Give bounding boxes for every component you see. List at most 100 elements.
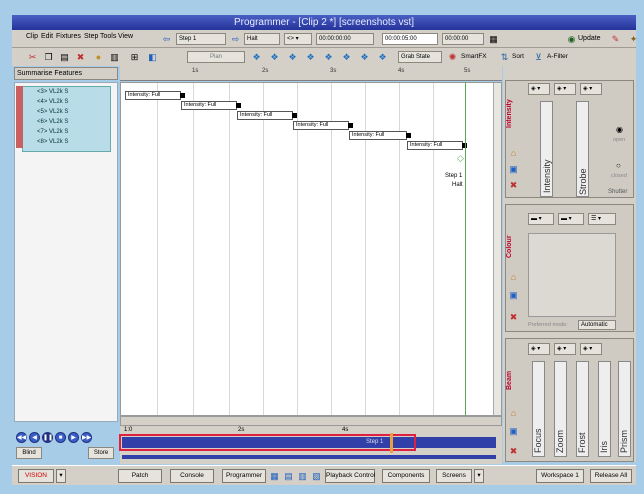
fixture-view-icon[interactable]: ▦ [268,470,281,482]
colour-preset-3[interactable]: ☰ ▾ [588,213,616,225]
filter-label[interactable]: A-Filter [547,53,568,60]
cut-icon[interactable]: ✂ [26,51,39,63]
smartfx-label[interactable]: SmartFX [461,53,487,60]
colour-preset-2[interactable]: ▬ ▾ [558,213,584,225]
intensity-preset-3[interactable]: ◈ ▾ [580,83,602,95]
cue-block[interactable]: Intensity: Full [125,91,185,100]
fixture-icon[interactable]: ◧ [146,51,159,63]
step-diamond-icon[interactable]: ◇ [457,153,464,164]
home-icon[interactable]: ⌂ [507,407,520,419]
fixture-group-tab[interactable] [16,86,23,148]
list-item[interactable]: <7> VL2k S [37,129,68,135]
palette-icon-4[interactable]: ❖ [304,51,317,63]
tool-icon[interactable]: ✎ [609,33,622,45]
paste-icon[interactable]: ▤ [58,51,71,63]
colour-picker-area[interactable] [528,233,616,317]
fixture-list[interactable]: <3> VL2k S <4> VL2k S <5> VL2k S <6> VL2… [22,86,111,152]
update-label[interactable]: Update [578,35,601,42]
patch-button[interactable]: Patch [118,469,162,483]
palette-icon-1[interactable]: ❖ [250,51,263,63]
menu-view[interactable]: View [118,33,133,40]
menu-edit[interactable]: Edit [41,33,53,40]
grid-view-icon[interactable]: ▥ [296,470,309,482]
blind-button[interactable]: Blind [16,447,42,459]
cue-block[interactable]: Intensity: Full [293,121,353,130]
calculator-icon[interactable]: ▦ [487,33,500,45]
plan-select[interactable]: Plan [187,51,245,63]
intensity-preset-2[interactable]: ◈ ▾ [554,83,576,95]
cue-timeline-grid[interactable]: Intensity: Full Intensity: Full Intensit… [120,82,502,416]
release-all-button[interactable]: Release All [590,469,632,483]
fit-icon[interactable]: ⊞ [128,51,141,63]
colour-preset-1[interactable]: ▬ ▾ [528,213,554,225]
wand-icon[interactable]: ✦ [627,33,640,45]
grab-state-button[interactable]: Grab State [398,51,442,63]
components-button[interactable]: Components [382,469,430,483]
palette-icon[interactable]: ▣ [507,289,520,301]
horizontal-scrollbar[interactable] [120,416,502,426]
beam-preset-1[interactable]: ◈ ▾ [528,343,550,355]
fast-forward-icon[interactable]: ▶▶ [81,432,92,443]
beam-preset-2[interactable]: ◈ ▾ [554,343,576,355]
pause-icon[interactable]: ❚❚ [42,432,53,443]
palette-icon[interactable]: ▣ [507,163,520,175]
cue-block[interactable]: Intensity: Full [407,141,467,150]
shutter-closed-radio[interactable]: ○ [616,161,621,170]
palette-icon-3[interactable]: ❖ [286,51,299,63]
channel-view-icon[interactable]: ▤ [282,470,295,482]
cue-block[interactable]: Intensity: Full [349,131,411,140]
console-button[interactable]: Console [170,469,214,483]
previous-icon[interactable]: ◀ [29,432,40,443]
menu-fixtures[interactable]: Fixtures [56,33,81,40]
playhead-handle[interactable] [390,433,393,453]
list-item[interactable]: <5> VL2k S [37,109,68,115]
step-select[interactable]: Step 1 [176,33,226,45]
stop-icon[interactable]: ■ [55,432,66,443]
palette-icon-8[interactable]: ❖ [376,51,389,63]
rewind-icon[interactable]: ◀◀ [16,432,27,443]
clear-icon[interactable]: ✖ [507,179,520,191]
list-item[interactable]: <8> VL2k S [37,139,68,145]
back-arrow-icon[interactable]: ⇦ [160,33,173,45]
store-button[interactable]: Store [88,447,114,459]
screens-button[interactable]: Screens [436,469,472,483]
end-time-field[interactable]: 00:00:00 [442,33,484,45]
sort-label[interactable]: Sort [512,53,524,60]
start-time-field[interactable]: 00:00:00:00 [316,33,374,45]
vision-menu-button[interactable]: VISION [18,469,54,483]
home-icon[interactable]: ⌂ [507,271,520,283]
palette-icon-5[interactable]: ❖ [322,51,335,63]
sort-icon[interactable]: ⇅ [498,51,511,63]
palette-icon-2[interactable]: ❖ [268,51,281,63]
time-ruler[interactable]: 1s 2s 3s 4s 5s [120,66,502,81]
duration-field[interactable]: 00:00:05:00 [382,33,438,45]
clear-icon[interactable]: ✖ [507,445,520,457]
screens-dropdown[interactable]: ▾ [474,469,484,483]
vision-dropdown[interactable]: ▾ [56,469,66,483]
list-item[interactable]: <4> VL2k S [37,99,68,105]
halt-select[interactable]: Halt [244,33,280,45]
programmer-button[interactable]: Programmer [222,469,266,483]
home-icon[interactable]: ⌂ [507,147,520,159]
intensity-preset-1[interactable]: ◈ ▾ [528,83,550,95]
intensity-tab[interactable]: Intensity [506,87,522,141]
grid-icon[interactable]: ▥ [108,51,121,63]
workspace-select[interactable]: Workspace 1 [536,469,584,483]
cue-block[interactable]: Intensity: Full [237,111,297,120]
play-icon[interactable]: ▶ [68,432,79,443]
menu-clip[interactable]: Clip [26,33,38,40]
delete-icon[interactable]: ✖ [74,51,87,63]
clear-icon[interactable]: ✖ [507,311,520,323]
shutter-open-radio[interactable]: ◉ [616,125,623,134]
filter-icon[interactable]: ⊻ [532,51,545,63]
cue-block[interactable]: Intensity: Full [181,101,241,110]
playback-icon[interactable]: ▧ [310,470,323,482]
link-select[interactable]: <> ▾ [284,33,312,45]
beam-preset-3[interactable]: ◈ ▾ [580,343,602,355]
palette-icon[interactable]: ▣ [507,425,520,437]
menu-tools[interactable]: Tools [100,33,116,40]
update-icon[interactable]: ◉ [565,33,578,45]
menu-step[interactable]: Step [84,33,98,40]
progress-track[interactable] [122,455,496,459]
copy-icon[interactable]: ❐ [42,51,55,63]
